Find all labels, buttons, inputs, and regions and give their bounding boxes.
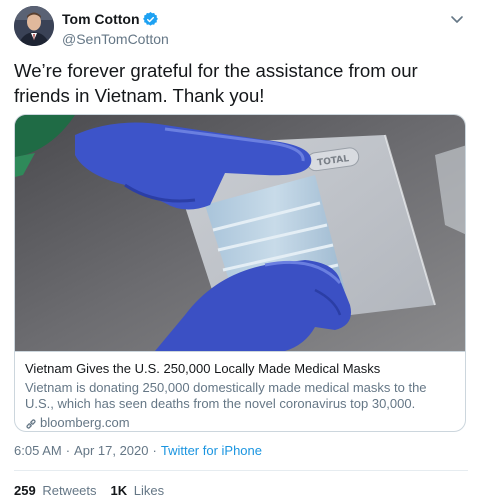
tweet: Tom Cotton @SenTomCotton We’re forever g… <box>0 0 480 502</box>
tweet-header: Tom Cotton @SenTomCotton <box>14 6 468 50</box>
card-image[interactable]: TOTAL <box>15 115 465 351</box>
tweet-meta: 6:05 AM · Apr 17, 2020 · Twitter for iPh… <box>14 443 262 458</box>
retweets-label: Retweets <box>42 483 97 498</box>
meta-separator: · <box>65 443 71 458</box>
chevron-down-icon[interactable] <box>448 10 466 28</box>
retweets-stat[interactable]: 259 Retweets <box>14 483 97 498</box>
divider <box>14 470 468 471</box>
author-names: Tom Cotton @SenTomCotton <box>62 10 169 47</box>
likes-stat[interactable]: 1K Likes <box>111 483 165 498</box>
card-title: Vietnam Gives the U.S. 250,000 Locally M… <box>25 361 381 376</box>
likes-count: 1K <box>110 483 128 498</box>
author-handle[interactable]: @SenTomCotton <box>62 31 169 47</box>
card-domain: bloomberg.com <box>25 414 457 431</box>
card-domain-text: bloomberg.com <box>40 415 130 430</box>
author-display-name[interactable]: Tom Cotton <box>62 11 140 27</box>
link-icon <box>25 417 37 429</box>
tweet-source-link[interactable]: Twitter for iPhone <box>161 443 262 458</box>
card-description: Vietnam is donating 250,000 domestically… <box>25 380 427 411</box>
meta-separator: · <box>152 443 157 458</box>
retweets-count: 259 <box>14 483 36 498</box>
likes-label: Likes <box>133 483 165 498</box>
link-card[interactable]: TOTAL Vietnam Gives the U.S. 250,000 Loc… <box>14 114 466 432</box>
avatar[interactable] <box>14 6 54 46</box>
tweet-time[interactable]: 6:05 AM <box>14 443 62 458</box>
card-body: Vietnam Gives the U.S. 250,000 Locally M… <box>15 351 465 431</box>
verified-badge-icon <box>142 11 158 27</box>
tweet-date[interactable]: Apr 17, 2020 <box>74 443 148 458</box>
tweet-text: We’re forever grateful for the assistanc… <box>14 60 418 106</box>
tweet-stats: 259 Retweets 1K Likes <box>14 483 178 498</box>
